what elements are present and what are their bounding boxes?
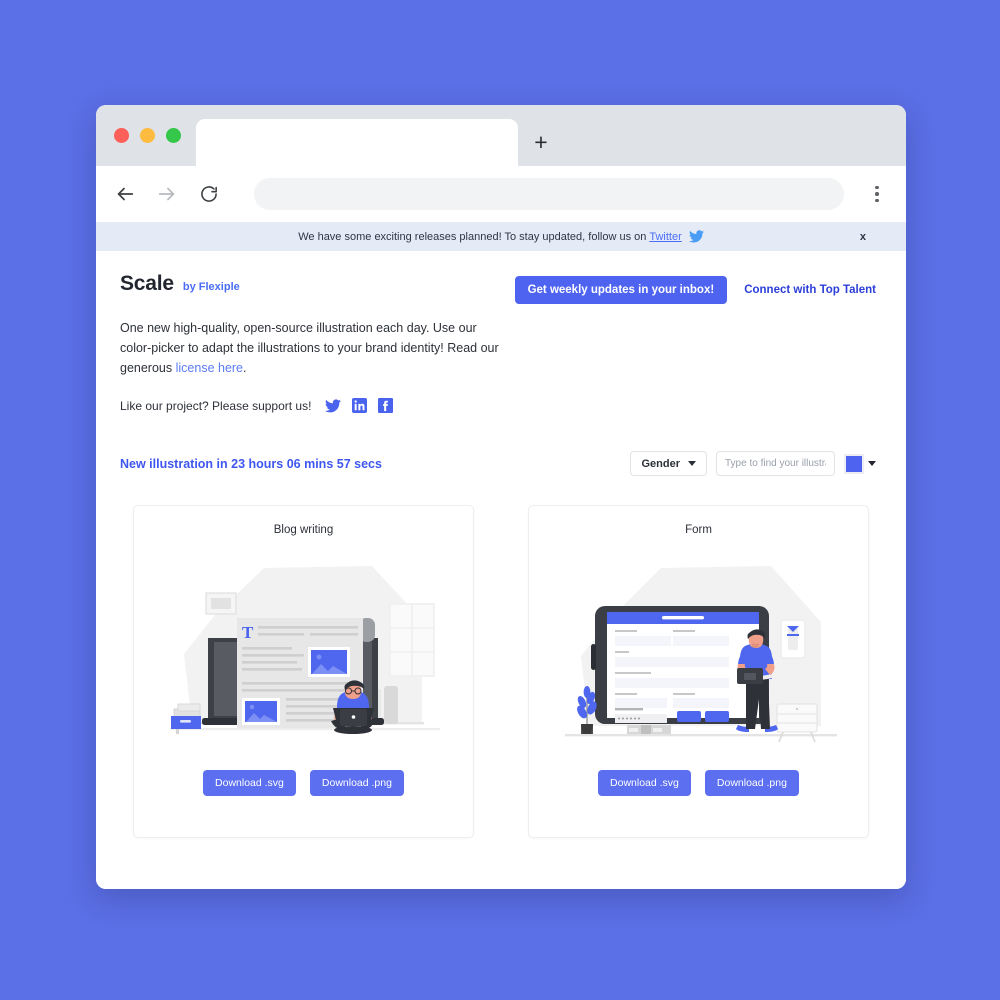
filter-controls: Gender xyxy=(630,451,882,476)
brand: Scale by Flexiple xyxy=(120,272,240,296)
site-header: Scale by Flexiple Get weekly updates in … xyxy=(120,251,882,304)
new-tab-button[interactable]: + xyxy=(518,119,564,166)
facebook-icon[interactable] xyxy=(378,398,394,413)
form-illustration xyxy=(564,566,837,743)
window-controls xyxy=(110,105,187,166)
announcement-text: We have some exciting releases planned! … xyxy=(298,230,647,243)
card-title: Blog writing xyxy=(273,524,334,536)
card-title: Form xyxy=(685,524,712,536)
back-arrow-icon[interactable] xyxy=(110,179,140,209)
countdown-label: New illustration in xyxy=(120,456,228,471)
countdown: New illustration in 23 hours 06 mins 57 … xyxy=(120,457,382,471)
brand-title: Scale xyxy=(120,272,174,295)
controls-row: New illustration in 23 hours 06 mins 57 … xyxy=(120,451,882,476)
card-actions: Download .svg Download .png xyxy=(598,770,799,796)
search-input[interactable] xyxy=(716,451,835,476)
gender-select[interactable]: Gender xyxy=(630,451,707,476)
illustration-card[interactable]: Form Download .svg Download .png xyxy=(528,505,869,838)
browser-tab[interactable] xyxy=(196,119,518,166)
announcement-close-button[interactable]: x xyxy=(860,231,866,243)
browser-tab-bar: + xyxy=(96,105,906,166)
forward-arrow-icon[interactable] xyxy=(152,179,182,209)
announcement-twitter-link[interactable]: Twitter xyxy=(649,231,681,243)
browser-window: + We have some exciting releases planned… xyxy=(96,105,906,889)
page-root: + We have some exciting releases planned… xyxy=(0,0,1000,1000)
reload-icon[interactable] xyxy=(194,179,224,209)
kebab-menu-icon[interactable] xyxy=(864,185,890,203)
header-actions: Get weekly updates in your inbox! Connec… xyxy=(514,272,882,304)
download-png-button[interactable]: Download .png xyxy=(309,770,404,796)
chevron-down-icon xyxy=(868,461,876,466)
illustration-grid: Blog writing T Download .svg Download .p… xyxy=(120,505,882,838)
color-swatch[interactable] xyxy=(844,453,864,474)
connect-top-talent-link[interactable]: Connect with Top Talent xyxy=(744,284,876,296)
brand-byline: by Flexiple xyxy=(182,281,240,293)
svg-text:T: T xyxy=(242,623,254,642)
countdown-value: 23 hours 06 mins 57 secs xyxy=(231,456,382,471)
announcement-bar: We have some exciting releases planned! … xyxy=(96,222,906,251)
linkedin-icon[interactable] xyxy=(352,398,368,413)
gender-select-label: Gender xyxy=(641,457,680,470)
card-actions: Download .svg Download .png xyxy=(203,770,404,796)
chevron-down-icon xyxy=(688,461,696,466)
minimize-window-button[interactable] xyxy=(140,128,155,143)
download-svg-button[interactable]: Download .svg xyxy=(598,770,691,796)
twitter-bird-icon[interactable] xyxy=(688,230,704,243)
close-window-button[interactable] xyxy=(114,128,129,143)
license-link[interactable]: license here xyxy=(176,361,243,375)
download-png-button[interactable]: Download .png xyxy=(704,770,799,796)
blog-writing-illustration: T xyxy=(169,566,440,734)
browser-toolbar xyxy=(96,166,906,222)
color-picker[interactable] xyxy=(844,453,876,474)
twitter-icon[interactable] xyxy=(325,398,342,413)
site-description: One new high-quality, open-source illust… xyxy=(120,318,500,378)
support-text: Like our project? Please support us! xyxy=(120,398,312,413)
address-bar[interactable] xyxy=(254,178,844,210)
support-row: Like our project? Please support us! xyxy=(120,398,882,413)
download-svg-button[interactable]: Download .svg xyxy=(203,770,296,796)
site-description-period: . xyxy=(243,361,247,375)
maximize-window-button[interactable] xyxy=(166,128,181,143)
illustration-card[interactable]: Blog writing T Download .svg Download .p… xyxy=(133,505,474,838)
page-content: Scale by Flexiple Get weekly updates in … xyxy=(96,251,906,889)
subscribe-button[interactable]: Get weekly updates in your inbox! xyxy=(514,276,728,304)
